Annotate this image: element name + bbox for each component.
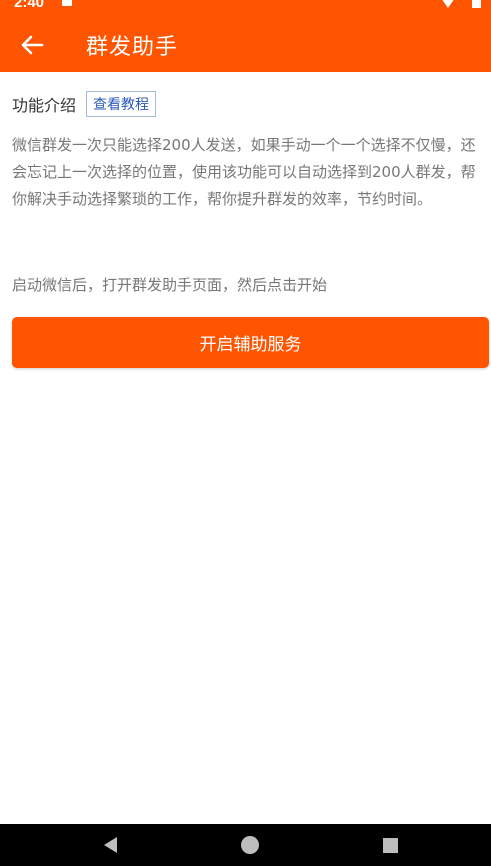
feature-description: 微信群发一次只能选择200人发送，如果手动一个一个选择不仅慢，还会忘记上一次选择…: [12, 136, 476, 208]
feature-intro-label: 功能介绍: [12, 96, 77, 115]
start-accessibility-service-button[interactable]: 开启辅助服务: [12, 317, 489, 368]
arrow-left-icon: [21, 35, 44, 55]
square-recents-icon: [382, 837, 398, 853]
nav-recents-button[interactable]: [365, 824, 415, 866]
nav-home-button[interactable]: [225, 824, 275, 866]
back-button[interactable]: [14, 30, 50, 60]
system-nav-bar: [0, 824, 491, 866]
battery-icon: [472, 0, 481, 8]
usage-hint: 启动微信后，打开群发助手页面，然后点击开始: [12, 276, 328, 294]
signal-icon: [441, 0, 455, 8]
sd-card-icon: [62, 0, 72, 6]
view-tutorial-button[interactable]: 查看教程: [86, 91, 157, 117]
status-time: 2:40: [14, 0, 45, 11]
circle-home-icon: [241, 836, 259, 854]
app-bar: 2:40 群发助手: [0, 0, 491, 72]
nav-back-button[interactable]: [85, 824, 135, 866]
page-title: 群发助手: [86, 35, 179, 60]
feature-intro-row: 功能介绍 查看教程: [12, 90, 157, 118]
status-icons: [441, 0, 481, 8]
triangle-back-icon: [103, 837, 117, 853]
